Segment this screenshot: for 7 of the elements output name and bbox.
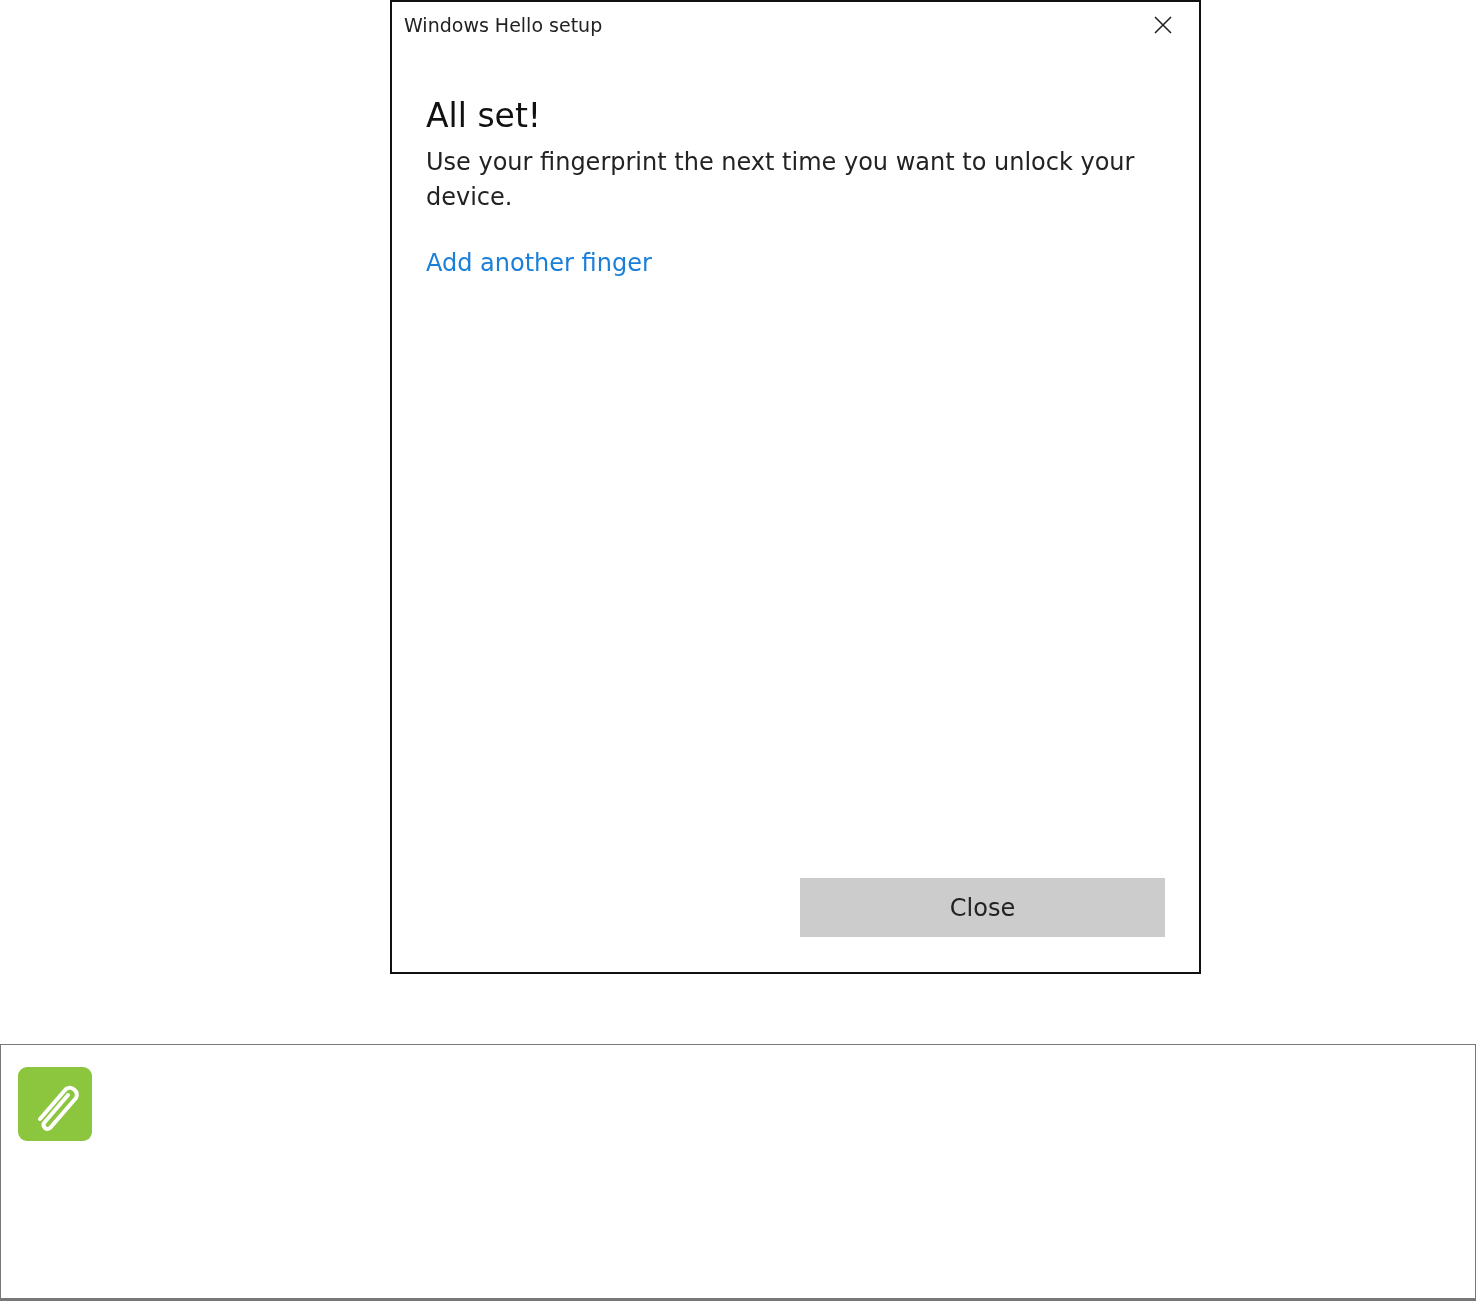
window-title: Windows Hello setup bbox=[404, 14, 603, 36]
close-icon[interactable] bbox=[1153, 15, 1173, 35]
paperclip-icon bbox=[18, 1067, 92, 1141]
dialog-message: Use your fingerprint the next time you want to unlock your device. bbox=[426, 147, 1136, 213]
close-button[interactable]: Close bbox=[800, 878, 1165, 937]
dialog-heading: All set! bbox=[426, 96, 542, 135]
add-finger-link[interactable]: Add another finger bbox=[426, 249, 652, 277]
